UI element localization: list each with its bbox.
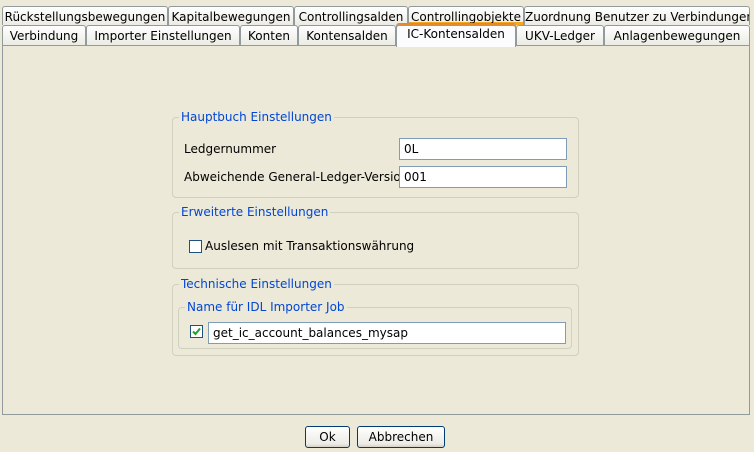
tab-ic-kontensalden[interactable]: IC-Kontensalden: [396, 23, 516, 47]
transaktion-checkbox[interactable]: [189, 240, 202, 253]
tab-kapitalbewegungen[interactable]: Kapitalbewegungen: [168, 6, 294, 25]
checkmark-icon: [192, 327, 201, 336]
erweitert-legend: Erweiterte Einstellungen: [179, 205, 331, 219]
cancel-button[interactable]: Abbrechen: [357, 426, 445, 448]
idl-job-legend: Name für IDL Importer Job: [185, 300, 347, 314]
tab-rueckstellungsbewegungen[interactable]: Rückstellungsbewegungen: [2, 6, 168, 25]
tab-konten[interactable]: Konten: [240, 25, 298, 45]
tab-zuordnung-benutzer[interactable]: Zuordnung Benutzer zu Verbindungen: [524, 6, 750, 25]
hauptbuch-group: Hauptbuch Einstellungen Ledgernummer Abw…: [172, 110, 579, 198]
tab-importer-einstellungen[interactable]: Importer Einstellungen: [86, 25, 240, 45]
ledgernummer-field[interactable]: [399, 138, 567, 160]
erweitert-group: Erweiterte Einstellungen Auslesen mit Tr…: [172, 205, 579, 269]
transaktion-label[interactable]: Auslesen mit Transaktionswährung: [205, 239, 414, 253]
tab-kontensalden[interactable]: Kontensalden: [298, 25, 396, 45]
tab-anlagenbewegungen[interactable]: Anlagenbewegungen: [604, 25, 750, 45]
tab-controllingsalden[interactable]: Controllingsalden: [294, 6, 408, 25]
gl-version-label: Abweichende General-Ledger-Version: [184, 170, 409, 184]
idl-job-name-field[interactable]: [208, 322, 566, 344]
tab-verbindung[interactable]: Verbindung: [2, 25, 86, 45]
tab-content-panel: Hauptbuch Einstellungen Ledgernummer Abw…: [2, 45, 750, 415]
ok-button[interactable]: Ok: [305, 426, 350, 448]
gl-version-field[interactable]: [399, 166, 567, 188]
idl-job-group: Name für IDL Importer Job: [178, 300, 572, 349]
technisch-legend: Technische Einstellungen: [179, 277, 334, 291]
ledgernummer-label: Ledgernummer: [184, 142, 277, 156]
hauptbuch-legend: Hauptbuch Einstellungen: [179, 110, 334, 124]
tab-ukv-ledger[interactable]: UKV-Ledger: [516, 25, 604, 45]
idl-job-checkbox[interactable]: [190, 325, 203, 338]
technisch-group: Technische Einstellungen Name für IDL Im…: [172, 277, 579, 356]
